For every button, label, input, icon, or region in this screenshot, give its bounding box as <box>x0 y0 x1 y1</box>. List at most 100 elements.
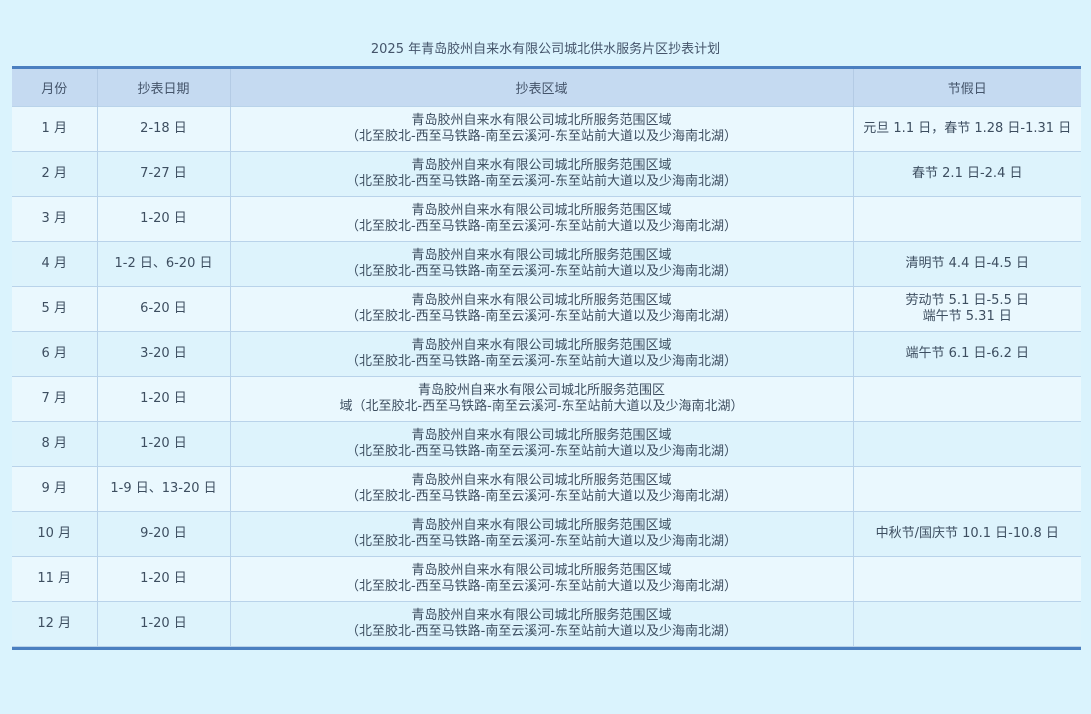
area-line-2: （北至胶北-西至马铁路-南至云溪河-东至站前大道以及少海南北湖） <box>345 174 738 189</box>
cell-holiday <box>852 601 1081 647</box>
area-line-2: （北至胶北-西至马铁路-南至云溪河-东至站前大道以及少海南北湖） <box>345 219 738 234</box>
table-row: 12 月 1-20 日 青岛胶州自来水有限公司城北所服务范围区域 （北至胶北-西至… <box>12 601 1081 647</box>
header-dates: 抄表日期 <box>96 69 231 107</box>
table-body: 1 月 2-18 日 青岛胶州自来水有限公司城北所服务范围区域 （北至胶北-西至马… <box>12 106 1081 647</box>
area-line-1: 青岛胶州自来水有限公司城北所服务范围区域 <box>411 248 672 263</box>
table-row: 11 月 1-20 日 青岛胶州自来水有限公司城北所服务范围区域 （北至胶北-西至… <box>12 556 1081 602</box>
table-row: 9 月 1-9 日、13-20 日 青岛胶州自来水有限公司城北所服务范围区域 （北… <box>12 466 1081 512</box>
header-month: 月份 <box>12 69 98 107</box>
cell-area: 青岛胶州自来水有限公司城北所服务范围区域（北至胶北-西至马铁路-南至云溪河-东至… <box>229 601 854 647</box>
area-line-1: 青岛胶州自来水有限公司城北所服务范围区域 <box>411 203 672 218</box>
cell-month: 6 月 <box>12 331 98 377</box>
area-line-2: （北至胶北-西至马铁路-南至云溪河-东至站前大道以及少海南北湖） <box>345 534 738 549</box>
cell-area: 青岛胶州自来水有限公司城北所服务范围区域（北至胶北-西至马铁路-南至云溪河-东至… <box>229 376 854 422</box>
table-row: 4 月 1-2 日、6-20 日 青岛胶州自来水有限公司城北所服务范围区域 （北至… <box>12 241 1081 287</box>
header-area: 抄表区域 <box>229 69 854 107</box>
cell-dates: 1-20 日 <box>96 556 231 602</box>
area-line-2: （北至胶北-西至马铁路-南至云溪河-东至站前大道以及少海南北湖） <box>345 264 738 279</box>
cell-area: 青岛胶州自来水有限公司城北所服务范围区域（北至胶北-西至马铁路-南至云溪河-东至… <box>229 106 854 152</box>
cell-holiday <box>852 466 1081 512</box>
page-title: 2025 年青岛胶州自来水有限公司城北供水服务片区抄表计划 <box>370 42 721 57</box>
cell-holiday <box>852 196 1081 242</box>
table-row: 6 月 3-20 日 青岛胶州自来水有限公司城北所服务范围区域 （北至胶北-西至马… <box>12 331 1081 377</box>
area-line-2: （北至胶北-西至马铁路-南至云溪河-东至站前大道以及少海南北湖） <box>345 489 738 504</box>
cell-holiday: 中秋节/国庆节 10.1 日-10.8 日 <box>852 511 1081 557</box>
cell-month: 4 月 <box>12 241 98 287</box>
table-row: 5 月 6-20 日 青岛胶州自来水有限公司城北所服务范围区域 （北至胶北-西至马… <box>12 286 1081 332</box>
area-line-1: 青岛胶州自来水有限公司城北所服务范围区域 <box>411 428 672 443</box>
cell-area: 青岛胶州自来水有限公司城北所服务范围区域（北至胶北-西至马铁路-南至云溪河-东至… <box>229 196 854 242</box>
cell-dates: 3-20 日 <box>96 331 231 377</box>
area-line-1: 青岛胶州自来水有限公司城北所服务范围区域 <box>411 563 672 578</box>
area-line-1: 青岛胶州自来水有限公司城北所服务范围区域 <box>411 338 672 353</box>
area-line-1: 青岛胶州自来水有限公司城北所服务范围区域 <box>411 158 672 173</box>
area-line-2: （北至胶北-西至马铁路-南至云溪河-东至站前大道以及少海南北湖） <box>345 624 738 639</box>
area-line-2: （北至胶北-西至马铁路-南至云溪河-东至站前大道以及少海南北湖） <box>345 579 738 594</box>
cell-holiday: 端午节 6.1 日-6.2 日 <box>852 331 1081 377</box>
schedule-table: 月份 抄表日期 抄表区域 节假日 1 月 2-18 日 青岛胶州自来水有限公司城… <box>12 69 1081 647</box>
cell-month: 3 月 <box>12 196 98 242</box>
cell-dates: 1-9 日、13-20 日 <box>96 466 231 512</box>
holiday-line-1: 劳动节 5.1 日-5.5 日 <box>905 293 1029 308</box>
cell-dates: 7-27 日 <box>96 151 231 197</box>
cell-dates: 1-20 日 <box>96 601 231 647</box>
cell-month: 12 月 <box>12 601 98 647</box>
cell-month: 7 月 <box>12 376 98 422</box>
holiday-line-1: 中秋节/国庆节 10.1 日-10.8 日 <box>875 526 1059 541</box>
holiday-line-1: 端午节 6.1 日-6.2 日 <box>905 346 1029 361</box>
cell-holiday <box>852 376 1081 422</box>
cell-area: 青岛胶州自来水有限公司城北所服务范围区域（北至胶北-西至马铁路-南至云溪河-东至… <box>229 241 854 287</box>
cell-holiday: 元旦 1.1 日，春节 1.28 日-1.31 日 <box>852 106 1081 152</box>
cell-area: 青岛胶州自来水有限公司城北所服务范围区域（北至胶北-西至马铁路-南至云溪河-东至… <box>229 466 854 512</box>
table-header-row: 月份 抄表日期 抄表区域 节假日 <box>12 69 1081 107</box>
area-line-1: 青岛胶州自来水有限公司城北所服务范围区域 <box>411 518 672 533</box>
cell-dates: 1-20 日 <box>96 376 231 422</box>
table-row: 1 月 2-18 日 青岛胶州自来水有限公司城北所服务范围区域 （北至胶北-西至马… <box>12 106 1081 152</box>
area-line-2: 域（北至胶北-西至马铁路-南至云溪河-东至站前大道以及少海南北湖） <box>339 399 744 414</box>
area-line-1: 青岛胶州自来水有限公司城北所服务范围区域 <box>411 473 672 488</box>
area-line-1: 青岛胶州自来水有限公司城北所服务范围区域 <box>411 293 672 308</box>
table-row: 7 月 1-20 日 青岛胶州自来水有限公司城北所服务范围区 域（北至胶北-西至马… <box>12 376 1081 422</box>
table-row: 3 月 1-20 日 青岛胶州自来水有限公司城北所服务范围区域 （北至胶北-西至马… <box>12 196 1081 242</box>
cell-area: 青岛胶州自来水有限公司城北所服务范围区域（北至胶北-西至马铁路-南至云溪河-东至… <box>229 151 854 197</box>
cell-month: 5 月 <box>12 286 98 332</box>
schedule-table-wrapper: 月份 抄表日期 抄表区域 节假日 1 月 2-18 日 青岛胶州自来水有限公司城… <box>12 66 1081 650</box>
cell-month: 11 月 <box>12 556 98 602</box>
cell-area: 青岛胶州自来水有限公司城北所服务范围区域（北至胶北-西至马铁路-南至云溪河-东至… <box>229 331 854 377</box>
area-line-2: （北至胶北-西至马铁路-南至云溪河-东至站前大道以及少海南北湖） <box>345 129 738 144</box>
table-row: 8 月 1-20 日 青岛胶州自来水有限公司城北所服务范围区域 （北至胶北-西至马… <box>12 421 1081 467</box>
area-line-2: （北至胶北-西至马铁路-南至云溪河-东至站前大道以及少海南北湖） <box>345 354 738 369</box>
cell-month: 10 月 <box>12 511 98 557</box>
cell-holiday: 劳动节 5.1 日-5.5 日端午节 5.31 日 <box>852 286 1081 332</box>
holiday-line-1: 清明节 4.4 日-4.5 日 <box>905 256 1029 271</box>
area-line-2: （北至胶北-西至马铁路-南至云溪河-东至站前大道以及少海南北湖） <box>345 444 738 459</box>
cell-holiday <box>852 556 1081 602</box>
cell-holiday <box>852 421 1081 467</box>
area-line-1: 青岛胶州自来水有限公司城北所服务范围区 <box>417 383 665 398</box>
holiday-line-1: 春节 2.1 日-2.4 日 <box>912 166 1023 181</box>
header-holiday: 节假日 <box>852 69 1081 107</box>
cell-month: 2 月 <box>12 151 98 197</box>
table-row: 10 月 9-20 日 青岛胶州自来水有限公司城北所服务范围区域 （北至胶北-西至… <box>12 511 1081 557</box>
cell-holiday: 清明节 4.4 日-4.5 日 <box>852 241 1081 287</box>
cell-month: 1 月 <box>12 106 98 152</box>
area-line-1: 青岛胶州自来水有限公司城北所服务范围区域 <box>411 608 672 623</box>
area-line-2: （北至胶北-西至马铁路-南至云溪河-东至站前大道以及少海南北湖） <box>345 309 738 324</box>
cell-dates: 6-20 日 <box>96 286 231 332</box>
area-line-1: 青岛胶州自来水有限公司城北所服务范围区域 <box>411 113 672 128</box>
holiday-line-2: 端午节 5.31 日 <box>922 309 1012 324</box>
cell-holiday: 春节 2.1 日-2.4 日 <box>852 151 1081 197</box>
cell-area: 青岛胶州自来水有限公司城北所服务范围区域（北至胶北-西至马铁路-南至云溪河-东至… <box>229 421 854 467</box>
cell-dates: 1-20 日 <box>96 196 231 242</box>
cell-area: 青岛胶州自来水有限公司城北所服务范围区域（北至胶北-西至马铁路-南至云溪河-东至… <box>229 286 854 332</box>
cell-area: 青岛胶州自来水有限公司城北所服务范围区域（北至胶北-西至马铁路-南至云溪河-东至… <box>229 556 854 602</box>
cell-month: 8 月 <box>12 421 98 467</box>
cell-area: 青岛胶州自来水有限公司城北所服务范围区域（北至胶北-西至马铁路-南至云溪河-东至… <box>229 511 854 557</box>
cell-dates: 2-18 日 <box>96 106 231 152</box>
table-row: 2 月 7-27 日 青岛胶州自来水有限公司城北所服务范围区域 （北至胶北-西至马… <box>12 151 1081 197</box>
cell-dates: 1-20 日 <box>96 421 231 467</box>
holiday-line-1: 元旦 1.1 日，春节 1.28 日-1.31 日 <box>863 121 1072 136</box>
cell-dates: 9-20 日 <box>96 511 231 557</box>
cell-month: 9 月 <box>12 466 98 512</box>
cell-dates: 1-2 日、6-20 日 <box>96 241 231 287</box>
